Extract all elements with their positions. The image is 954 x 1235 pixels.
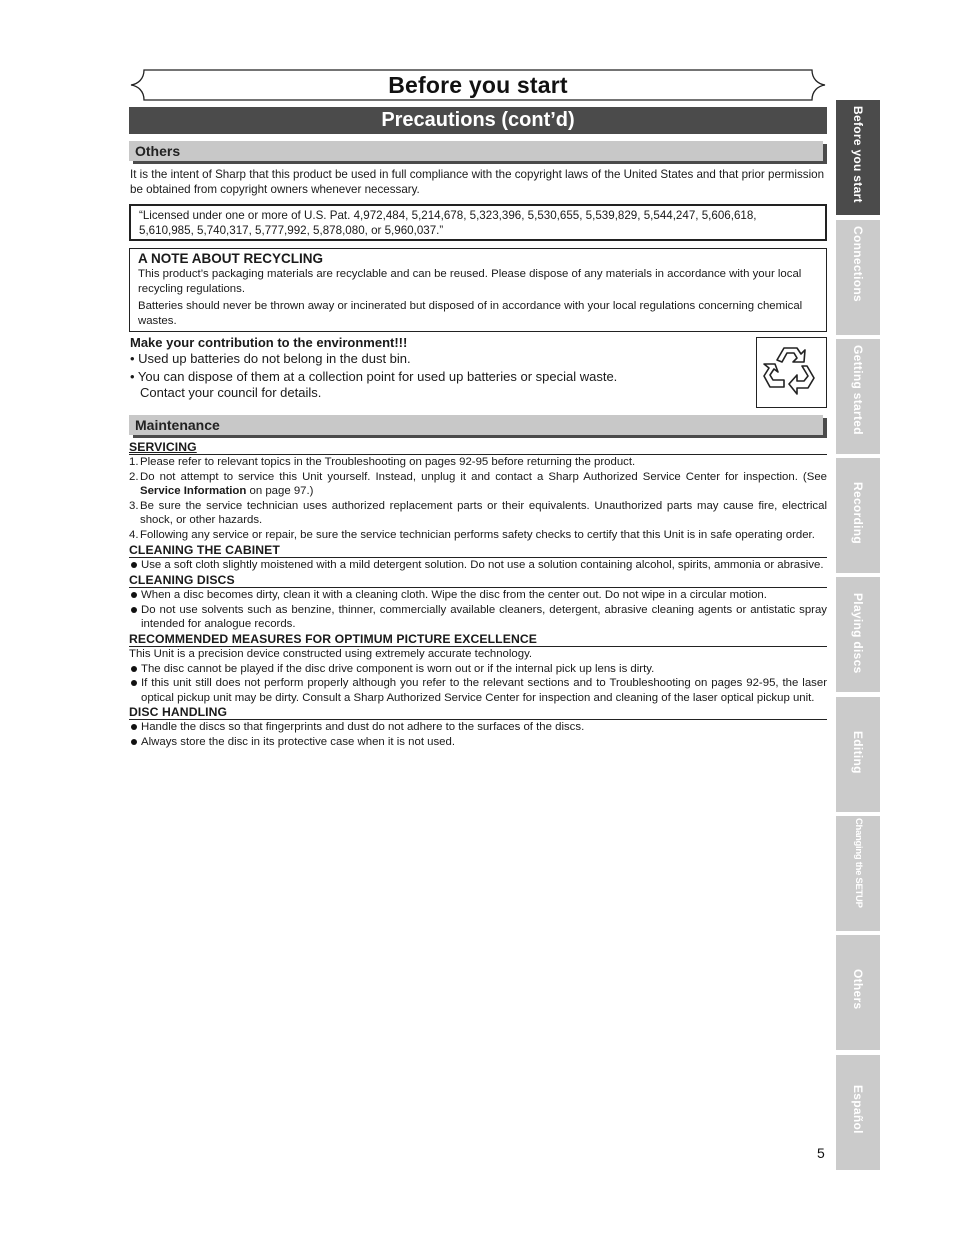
servicing-item: 2. Do not attempt to service this Unit yo… [129,470,827,498]
section-title: Precautions (cont’d) [129,107,827,134]
side-tab-before-you-start[interactable]: Before you start [836,100,880,215]
recycle-icon-frame [756,337,827,408]
side-tab-label: Recording [851,482,865,545]
recycling-note-box: A NOTE ABOUT RECYCLING This product’s pa… [129,248,827,332]
picture-intro: This Unit is a precision device construc… [129,647,533,660]
subheading-maintenance: Maintenance [129,415,823,435]
side-tab-playing-discs[interactable]: Playing discs [836,577,880,692]
discs-bullet: Do not use solvents such as benzine, thi… [129,603,827,632]
picture-bullet: If this unit still does not perform prop… [129,676,827,705]
servicing-item: 3. Be sure the service technician uses au… [129,499,827,527]
cleaning-discs-heading: CLEANING DISCS [129,573,827,589]
contribution-bullet: • Used up batteries do not belong in the… [130,351,411,366]
handling-bullet: Handle the discs so that fingerprints an… [129,720,827,735]
discs-bullet: When a disc becomes dirty, clean it with… [129,588,827,603]
handling-bullet: Always store the disc in its protective … [129,735,827,750]
side-tab-label: Editing [851,731,865,774]
side-tab-recording[interactable]: Recording [836,458,880,573]
copyright-intro: It is the intent of Sharp that this prod… [130,168,825,196]
side-tab-espanol[interactable]: Español [836,1055,880,1170]
contribution-continuation: Contact your council for details. [140,385,322,400]
disc-handling-heading: DISC HANDLING [129,705,827,721]
environment-contribution: Make your contribution to the environmen… [130,335,750,401]
subheading-others: Others [129,141,823,161]
side-tab-label: Others [851,969,865,1010]
side-tab-editing[interactable]: Editing [836,697,880,812]
chapter-title-banner: Before you start [130,69,826,101]
recycling-para-1: This product’s packaging materials are r… [138,268,802,295]
recycling-para-2: Batteries should never be thrown away or… [138,300,803,327]
service-information-link-text: Service Information [140,485,247,498]
contribution-title: Make your contribution to the environmen… [130,335,408,350]
side-tab-label: Connections [851,226,865,302]
side-tab-changing-setup-menu[interactable]: Changing the SETUP menu [809,816,880,931]
side-tab-label: Getting started [851,345,865,435]
side-tab-label: Before you start [851,106,865,203]
picture-excellence-heading: RECOMMENDED MEASURES FOR OPTIMUM PICTURE… [129,632,827,647]
servicing-heading: SERVICING [129,440,827,455]
side-tab-label: Playing discs [851,593,865,674]
side-tab-label: Changing the SETUP menu [809,818,864,908]
side-tab-label: Español [851,1085,865,1134]
servicing-item: 1. Please refer to relevant topics in the… [129,456,636,468]
servicing-item: 4. Following any service or repair, be su… [129,528,815,541]
recycling-title: A NOTE ABOUT RECYCLING [138,251,323,266]
page-number: 5 [817,1145,825,1161]
license-line-2: 5,610,985, 5,740,317, 5,777,992, 5,878,0… [139,224,444,237]
picture-bullet: The disc cannot be played if the disc dr… [129,662,827,677]
maintenance-content: SERVICING 1. Please refer to relevant top… [129,440,827,750]
license-line-1: “Licensed under one or more of U.S. Pat.… [139,209,757,222]
cleaning-cabinet-heading: CLEANING THE CABINET [129,543,827,558]
side-tab-getting-started[interactable]: Getting started [836,339,880,454]
side-tab-others[interactable]: Others [836,935,880,1050]
side-tab-connections[interactable]: Connections [836,220,880,335]
contribution-bullet: • You can dispose of them at a collectio… [130,369,618,384]
license-box: “Licensed under one or more of U.S. Pat.… [129,204,827,241]
cabinet-bullet: Use a soft cloth slightly moistened with… [129,558,827,573]
recycle-icon [763,347,815,395]
chapter-title: Before you start [388,72,568,98]
